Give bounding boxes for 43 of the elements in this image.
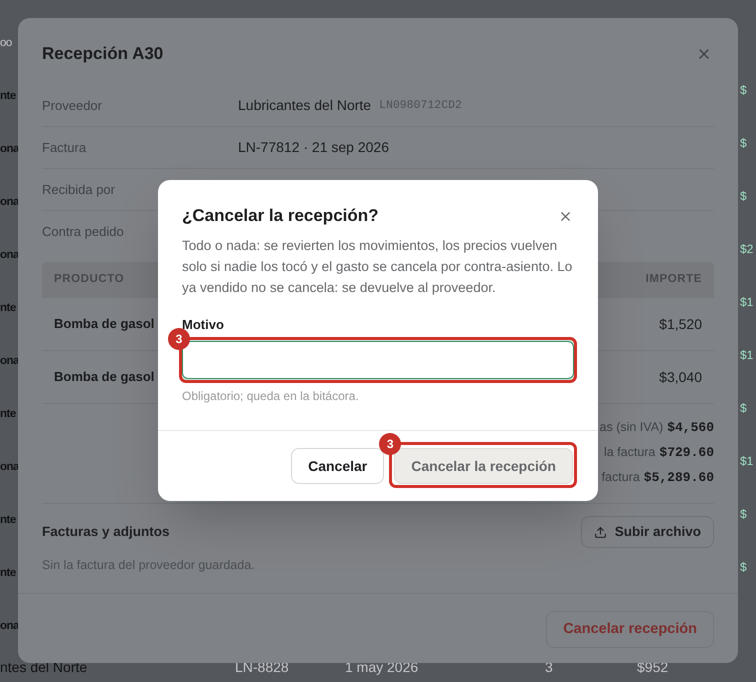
amount-cell-text: $1,520 [659, 314, 702, 334]
table-cell-text: $ [740, 400, 748, 416]
detail-value: LN-77812 · 21 sep 2026 [238, 138, 389, 157]
upload-button[interactable]: Subir archivo [580, 516, 714, 548]
table-cell-text: nte [0, 406, 16, 422]
table-cell-text: $ [740, 506, 748, 522]
step-badge: 3 [379, 433, 402, 455]
dialog-message: Todo o nada: se revierten los movimientos, los precios vuelven solo si nadie los tocó y el gasto se cancela por contra-asiento. Lo ya vendido no se cancela: se devuelve al proveedor. [182, 237, 574, 297]
table-cell-text: nte [0, 566, 16, 581]
table-cell-text: $1 [740, 294, 754, 310]
dialog-title: ¿Cancelar la recepción? [182, 205, 379, 228]
detail-value: Lubricantes del Norte [238, 96, 372, 115]
total-label: as (sin IVA) [600, 419, 664, 436]
total-label: la factura [604, 444, 656, 462]
upload-icon [594, 526, 607, 538]
table-cell-text: $ [740, 558, 748, 576]
table-cell-text: $1 [740, 452, 754, 470]
table-cell-text: $2 [740, 240, 754, 258]
total-label: factura [602, 469, 640, 486]
table-cell-text: $ [740, 134, 748, 152]
table-cell-text: nte [0, 300, 16, 316]
total-value: $5,289.60 [644, 468, 714, 487]
table-cell: ntes del Norte [0, 659, 88, 675]
field-hint: Obligatorio; queda en la bitácora. [182, 388, 359, 405]
step-badge: 3 [168, 328, 190, 350]
table-cell-text: nte [0, 88, 16, 104]
detail-label: Factura [42, 140, 86, 154]
table-cell-text: oo [0, 36, 12, 51]
table-cell-text: $ [740, 82, 748, 98]
table-cell-text: $ [740, 188, 748, 204]
product-cell-text: Bomba de gasol [54, 315, 154, 334]
total-value: $4,560 [667, 418, 714, 437]
table-cell-text: nte [0, 512, 16, 528]
modal-title: Recepción A30 [42, 43, 164, 66]
table-cell-text: $1 [740, 346, 754, 364]
detail-label: Recibida por [42, 182, 115, 196]
detail-label: Contra pedido [42, 224, 124, 239]
product-cell-text: Bomba de gasol [54, 368, 154, 386]
cancel-button[interactable]: Cancelar [291, 448, 384, 484]
section-title: Facturas y adjuntos [42, 522, 170, 541]
detail-label: Proveedor [42, 98, 102, 112]
amount-cell-text: $3,040 [659, 368, 702, 386]
total-value: $729.60 [659, 444, 714, 462]
